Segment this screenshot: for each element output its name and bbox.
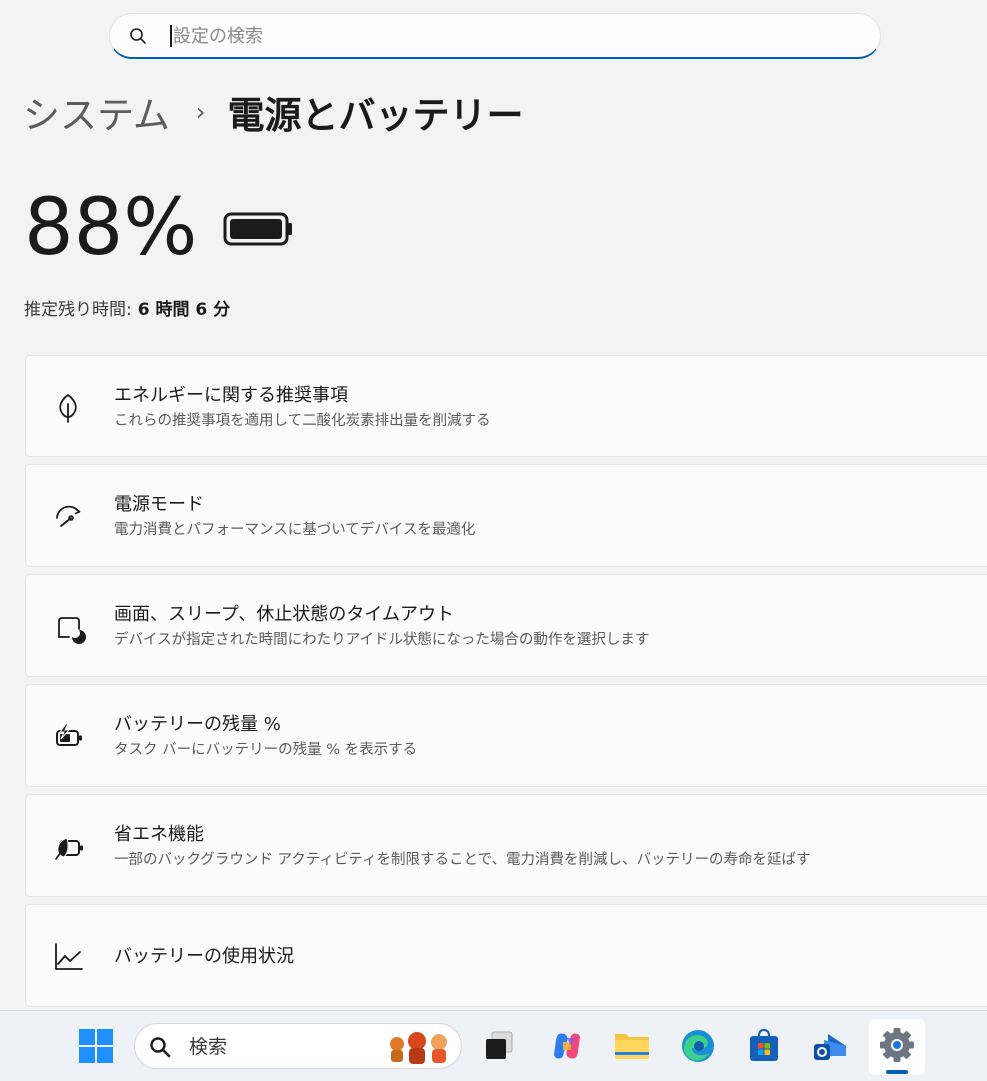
settings-taskbar-button[interactable] — [869, 1019, 925, 1075]
setting-title: バッテリーの残量 % — [114, 714, 281, 735]
battery-remaining: 推定残り時間: 6 時間 6 分 — [24, 298, 230, 322]
setting-description: 一部のバックグラウンド アクティビティを制限することで、電力消費を削減し、バッテ… — [114, 852, 811, 868]
setting-card-energy-recommendations[interactable]: エネルギーに関する推奨事項 これらの推奨事項を適用して二酸化炭素排出量を削減する — [25, 355, 987, 457]
search-icon — [130, 28, 146, 44]
breadcrumb-parent-system[interactable]: システム — [23, 85, 170, 139]
setting-description: これらの推奨事項を適用して二酸化炭素排出量を削減する — [114, 413, 491, 429]
gauge-icon — [50, 499, 86, 535]
search-placeholder: 設定の検索 — [173, 26, 263, 47]
battery-level-icon — [223, 212, 292, 246]
breadcrumb: システム › 電源とバッテリー — [23, 86, 524, 138]
setting-title: バッテリーの使用状況 — [114, 946, 294, 967]
settings-search-input[interactable]: 設定の検索 — [109, 13, 881, 59]
page-title: 電源とバッテリー — [227, 94, 524, 137]
file-explorer-icon — [615, 1034, 649, 1059]
setting-description: 電力消費とパフォーマンスに基づいてデバイスを最適化 — [114, 522, 476, 538]
usage-chart-icon — [50, 939, 86, 975]
task-view-button[interactable] — [478, 1024, 522, 1068]
outlook-button[interactable] — [808, 1024, 852, 1068]
start-button[interactable] — [74, 1024, 118, 1068]
battery-percent: 88% — [24, 183, 198, 273]
start-icon — [79, 1029, 113, 1063]
battery-fill — [230, 219, 282, 239]
battery-saver-icon — [50, 829, 86, 865]
setting-title: 電源モード — [114, 494, 204, 515]
battery-remaining-label: 推定残り時間: — [24, 300, 132, 320]
setting-card-screen-sleep-timeout[interactable]: 画面、スリープ、休止状態のタイムアウト デバイスが指定された時間にわたりアイドル… — [25, 574, 987, 677]
copilot-icon — [554, 1033, 580, 1059]
taskbar-search-label: 検索 — [189, 1036, 228, 1058]
text-caret — [170, 25, 172, 47]
file-explorer-button[interactable] — [610, 1024, 654, 1068]
setting-description: タスク バーにバッテリーの残量 % を表示する — [114, 742, 418, 758]
setting-card-energy-saver[interactable]: 省エネ機能 一部のバックグラウンド アクティビティを制限することで、電力消費を削… — [25, 794, 987, 897]
taskbar-search[interactable]: 検索 — [134, 1023, 462, 1069]
setting-card-battery-percentage[interactable]: バッテリーの残量 % タスク バーにバッテリーの残量 % を表示する — [25, 684, 987, 787]
store-button[interactable] — [742, 1024, 786, 1068]
screen-sleep-icon — [50, 609, 86, 645]
edge-button[interactable] — [676, 1024, 720, 1068]
battery-remaining-value: 6 時間 6 分 — [137, 300, 231, 320]
setting-card-power-mode[interactable]: 電源モード 電力消費とパフォーマンスに基づいてデバイスを最適化 — [25, 464, 987, 567]
edge-icon — [682, 1030, 714, 1062]
setting-card-battery-usage[interactable]: バッテリーの使用状況 — [25, 904, 987, 1007]
task-view-icon — [486, 1031, 513, 1059]
setting-title: 省エネ機能 — [114, 824, 204, 845]
active-app-indicator — [886, 1070, 908, 1074]
outlook-icon — [814, 1034, 846, 1060]
setting-title: 画面、スリープ、休止状態のタイムアウト — [114, 604, 455, 625]
search-icon — [150, 1037, 171, 1058]
copilot-button[interactable] — [545, 1024, 589, 1068]
leaf-icon — [50, 390, 86, 426]
search-highlight-icon — [390, 1032, 447, 1064]
settings-icon — [880, 1028, 914, 1062]
setting-title: エネルギーに関する推奨事項 — [114, 385, 348, 406]
battery-charging-icon — [50, 719, 86, 755]
store-icon — [750, 1028, 778, 1061]
setting-description: デバイスが指定された時間にわたりアイドル状態になった場合の動作を選択します — [114, 632, 650, 648]
breadcrumb-separator: › — [195, 98, 206, 126]
taskbar: 検索 — [0, 1010, 987, 1081]
